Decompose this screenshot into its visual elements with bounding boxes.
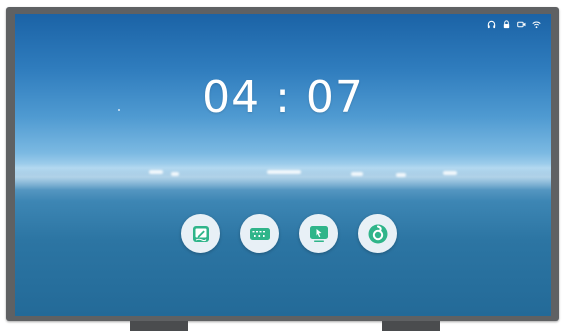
whiteboard-pen-icon [192, 225, 209, 242]
screen-share-icon [309, 225, 328, 242]
camera-icon[interactable] [517, 20, 526, 29]
horizon-haze [15, 164, 551, 190]
browser-swirl-icon [368, 224, 387, 243]
wifi-icon[interactable] [532, 20, 541, 29]
horizon-cloud [443, 171, 457, 175]
keyboard-icon [249, 227, 270, 240]
keyboard-app-button[interactable] [240, 214, 279, 253]
horizon-cloud [171, 172, 179, 176]
horizon-cloud [149, 170, 163, 174]
clock-display: 04 : 07 [202, 72, 364, 123]
screen-share-app-button[interactable] [299, 214, 338, 253]
app-dock [181, 214, 397, 253]
horizon-cloud [267, 170, 301, 174]
status-bar [487, 20, 541, 29]
whiteboard-app-button[interactable] [181, 214, 220, 253]
stand-foot-left [130, 321, 188, 331]
horizon-cloud [396, 173, 406, 177]
browser-app-button[interactable] [358, 214, 397, 253]
lock-icon[interactable] [502, 20, 511, 29]
headset-icon[interactable] [487, 20, 496, 29]
desktop-screen: 04 : 07 [15, 14, 551, 316]
stand-foot-right [382, 321, 440, 331]
horizon-cloud [351, 172, 363, 176]
